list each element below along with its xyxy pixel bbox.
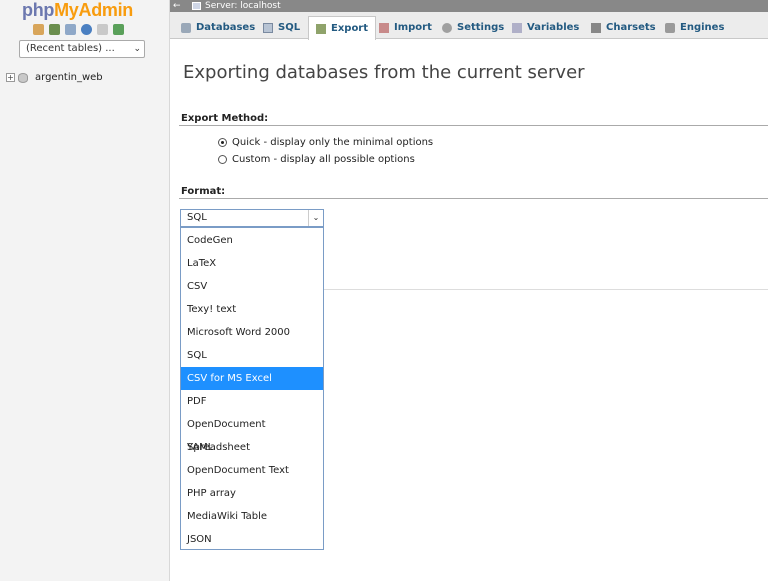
navigation-sidebar: phpMyAdmin (Recent tables) ... ⌄ + argen… (0, 0, 170, 581)
database-name[interactable]: argentin_web (35, 72, 103, 83)
import-icon (379, 22, 389, 33)
format-option[interactable]: YAML (181, 436, 323, 459)
tab-charsets[interactable]: Charsets (584, 16, 663, 39)
query-window-icon[interactable] (65, 24, 76, 35)
documentation-icon[interactable] (97, 24, 108, 35)
format-option[interactable]: CodeGen (181, 229, 323, 252)
quick-links (33, 24, 124, 35)
format-option[interactable]: MediaWiki Table (181, 505, 323, 528)
format-select-value: SQL (187, 212, 207, 223)
help-icon[interactable] (81, 24, 92, 35)
engines-icon (665, 22, 675, 33)
export-icon (316, 23, 326, 34)
radio-custom-label[interactable]: Custom - display all possible options (232, 154, 415, 165)
tab-import[interactable]: Import (372, 16, 439, 39)
tab-label: Export (331, 23, 369, 34)
format-option[interactable]: CSV (181, 275, 323, 298)
home-icon[interactable] (33, 24, 44, 35)
radio-quick[interactable]: Quick - display only the minimal options (218, 137, 433, 148)
tab-label: Import (394, 22, 432, 33)
tab-engines[interactable]: Engines (658, 16, 731, 39)
format-option[interactable]: OpenDocument Spreadsheet (181, 413, 323, 453)
radio-button-checked[interactable] (218, 138, 227, 147)
tab-databases[interactable]: Databases (174, 16, 262, 39)
tab-label: Charsets (606, 22, 656, 33)
database-tree-item[interactable]: + argentin_web (6, 72, 103, 83)
phpmyadmin-logo[interactable]: phpMyAdmin (22, 0, 133, 21)
recent-tables-value: (Recent tables) ... (26, 43, 115, 54)
tab-label: Engines (680, 22, 725, 33)
database-icon (18, 72, 28, 83)
tab-sql[interactable]: SQL (256, 16, 307, 39)
server-icon (192, 2, 201, 10)
sql-icon (263, 22, 273, 33)
collapse-arrow-icon[interactable]: ← (173, 0, 181, 12)
expand-icon[interactable]: + (6, 73, 15, 82)
format-option[interactable]: SQL (181, 344, 323, 367)
radio-button[interactable] (218, 155, 227, 164)
page-title: Exporting databases from the current ser… (183, 62, 585, 83)
databases-icon (181, 22, 191, 33)
recent-tables-select[interactable]: (Recent tables) ... ⌄ (19, 40, 145, 58)
format-option[interactable]: OpenDocument Text (181, 459, 323, 482)
logo-myadmin-text: MyAdmin (54, 0, 133, 20)
server-breadcrumb[interactable]: Server: localhost (205, 0, 281, 12)
format-option[interactable]: LaTeX (181, 252, 323, 275)
radio-quick-label[interactable]: Quick - display only the minimal options (232, 137, 433, 148)
format-option[interactable]: CSV for MS Excel (181, 367, 323, 390)
chevron-down-icon[interactable]: ⌄ (308, 210, 323, 226)
tab-variables[interactable]: Variables (505, 16, 586, 39)
reload-icon[interactable] (113, 24, 124, 35)
divider (179, 198, 768, 199)
server-breadcrumb-bar: ← Server: localhost (170, 0, 768, 12)
logout-icon[interactable] (49, 24, 60, 35)
tab-label: SQL (278, 22, 301, 33)
tab-settings[interactable]: Settings (435, 16, 511, 39)
format-option[interactable]: PDF (181, 390, 323, 413)
tab-export[interactable]: Export (308, 16, 377, 40)
divider (324, 289, 768, 290)
format-heading: Format: (181, 186, 226, 197)
format-option[interactable]: Microsoft Word 2000 (181, 321, 323, 344)
format-option[interactable]: JSON (181, 528, 323, 551)
divider (179, 125, 768, 126)
format-option[interactable]: PHP array (181, 482, 323, 505)
variables-icon (512, 22, 522, 33)
radio-custom[interactable]: Custom - display all possible options (218, 154, 415, 165)
tab-label: Settings (457, 22, 505, 33)
export-method-heading: Export Method: (181, 113, 269, 124)
format-dropdown-list[interactable]: CodeGen LaTeX CSV Texy! text Microsoft Word … (180, 227, 324, 550)
tab-label: Variables (527, 22, 580, 33)
format-select[interactable]: SQL ⌄ (180, 209, 324, 227)
chevron-down-icon: ⌄ (133, 44, 141, 54)
format-option[interactable]: Texy! text (181, 298, 323, 321)
settings-icon (442, 22, 452, 33)
logo-php-text: php (22, 0, 55, 20)
charsets-icon (591, 22, 601, 33)
tab-label: Databases (196, 22, 256, 33)
top-menu-tabs: Databases SQL Export Import Settings Var… (170, 12, 768, 40)
